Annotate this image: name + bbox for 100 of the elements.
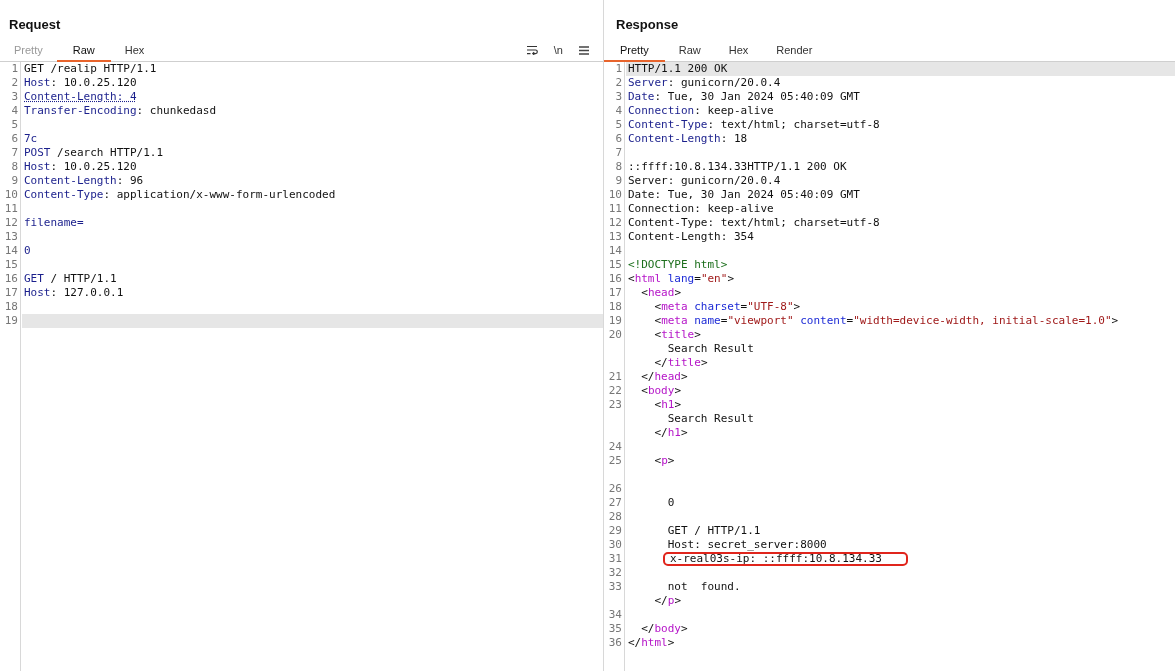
line-number: 27 — [608, 496, 623, 509]
line-number: 1 — [615, 62, 623, 75]
line-number: 12 — [608, 216, 623, 229]
line-number: 17 — [4, 286, 19, 299]
code-line: Content-Length: 96 — [24, 174, 144, 188]
code-line: <!DOCTYPE html> — [628, 258, 728, 272]
view-tab[interactable]: Raw — [664, 39, 715, 62]
code-line: </html> — [628, 636, 675, 650]
line-number: 29 — [608, 524, 623, 537]
line-number: 4 — [615, 104, 623, 117]
line-number: 18 — [608, 300, 623, 313]
line-number: 18 — [4, 300, 19, 313]
code-line: ::ffff:10.8.134.33HTTP/1.1 200 OK — [628, 160, 847, 174]
line-number: 4 — [11, 104, 19, 117]
line-number: 8 — [11, 160, 19, 173]
code-line: </h1> — [653, 426, 688, 440]
line-number: 19 — [4, 314, 19, 327]
line-number: 13 — [4, 230, 19, 243]
line-number: 26 — [608, 482, 623, 495]
circled-code-line: x-real03s-ip: ::ffff:10.8.134.33 — [663, 552, 908, 566]
code-line: Date: Tue, 30 Jan 2024 05:40:09 GMT — [628, 90, 860, 104]
code-line: Host: 127.0.0.1 — [24, 286, 124, 300]
code-line: Server: gunicorn/20.0.4 — [628, 76, 781, 90]
line-number: 20 — [608, 328, 623, 341]
code-line: Search Result — [666, 412, 754, 426]
code-line: GET /realip HTTP/1.1 — [24, 62, 157, 76]
code-line: <head> — [640, 286, 681, 300]
menu-icon[interactable] — [579, 45, 589, 55]
line-number: 6 — [615, 132, 623, 145]
code-line: GET / HTTP/1.1 — [666, 524, 761, 538]
line-number: 19 — [608, 314, 623, 327]
line-number: 10 — [4, 188, 19, 201]
line-number: 31 — [608, 552, 623, 565]
code-line: <meta name="viewport" content="width=device-width, initial-scale=1.0"> — [653, 314, 1119, 328]
line-number: 30 — [608, 538, 623, 551]
view-tab[interactable]: Raw — [56, 39, 111, 62]
panel-title: Request — [8, 16, 62, 34]
view-tab[interactable]: Hex — [714, 39, 763, 62]
line-number: 16 — [608, 272, 623, 285]
code-line: <p> — [653, 454, 675, 468]
code-line: Host: secret_server:8000 — [666, 538, 827, 552]
code-line: Content-Length: 18 — [628, 132, 748, 146]
line-number: 15 — [4, 258, 19, 271]
view-tab[interactable]: Render — [762, 39, 827, 62]
code-line: 7c — [24, 132, 38, 146]
line-number: 14 — [608, 244, 623, 257]
code-line: Content-Length: 4 — [24, 90, 137, 104]
line-number: 5 — [11, 118, 19, 131]
line-number: 10 — [608, 188, 623, 201]
code-line: GET / HTTP/1.1 — [24, 272, 117, 286]
view-tab[interactable]: Hex — [110, 39, 159, 62]
code-line: HTTP/1.1 200 OK — [628, 62, 728, 76]
line-number: 22 — [608, 384, 623, 397]
line-number: 6 — [11, 132, 19, 145]
line-number: 11 — [608, 202, 623, 215]
line-number: 7 — [615, 146, 623, 159]
line-number: 28 — [608, 510, 623, 523]
line-number: 17 — [608, 286, 623, 299]
code-line: POST /search HTTP/1.1 — [24, 146, 164, 160]
line-number: 35 — [608, 622, 623, 635]
code-line: Content-Type: text/html; charset=utf-8 — [628, 216, 880, 230]
code-line: Transfer-Encoding: chunkedasd — [24, 104, 217, 118]
newline-toggle[interactable]: \n — [553, 44, 563, 56]
code-line: Connection: keep-alive — [628, 202, 774, 216]
line-number: 9 — [11, 174, 19, 187]
line-number: 36 — [608, 636, 623, 649]
code-line: Search Result — [666, 342, 754, 356]
line-number: 13 — [608, 230, 623, 243]
code-line: filename= — [24, 216, 84, 230]
line-number: 8 — [615, 160, 623, 173]
code-line: </p> — [653, 594, 681, 608]
line-number: 9 — [615, 174, 623, 187]
code-line: <html lang="en"> — [628, 272, 734, 286]
code-line: Content-Length: 354 — [628, 230, 754, 244]
code-line: Content-Type: application/x-www-form-urlencoded — [24, 188, 336, 202]
code-line: Connection: keep-alive — [628, 104, 774, 118]
code-line: </body> — [640, 622, 688, 636]
line-number: 25 — [608, 454, 623, 467]
line-number: 3 — [615, 90, 623, 103]
line-number: 32 — [608, 566, 623, 579]
line-number: 14 — [4, 244, 19, 257]
line-number: 12 — [4, 216, 19, 229]
code-line: </title> — [653, 356, 708, 370]
code-line: Server: gunicorn/20.0.4 — [628, 174, 781, 188]
line-number: 2 — [615, 76, 623, 89]
code-line: Content-Type: text/html; charset=utf-8 — [628, 118, 880, 132]
line-number: 1 — [11, 62, 19, 75]
line-number: 5 — [615, 118, 623, 131]
line-number: 16 — [4, 272, 19, 285]
line-wrap-icon[interactable] — [525, 45, 538, 55]
line-number: 21 — [608, 370, 623, 383]
line-number: 33 — [608, 580, 623, 593]
line-number: 3 — [11, 90, 19, 103]
code-line: Host: 10.0.25.120 — [24, 160, 137, 174]
line-number: 7 — [11, 146, 19, 159]
line-number: 34 — [608, 608, 623, 621]
line-number: 24 — [608, 440, 623, 453]
code-line: 0 — [666, 496, 675, 510]
line-number: 11 — [4, 202, 19, 215]
code-line: 0 — [24, 244, 31, 258]
